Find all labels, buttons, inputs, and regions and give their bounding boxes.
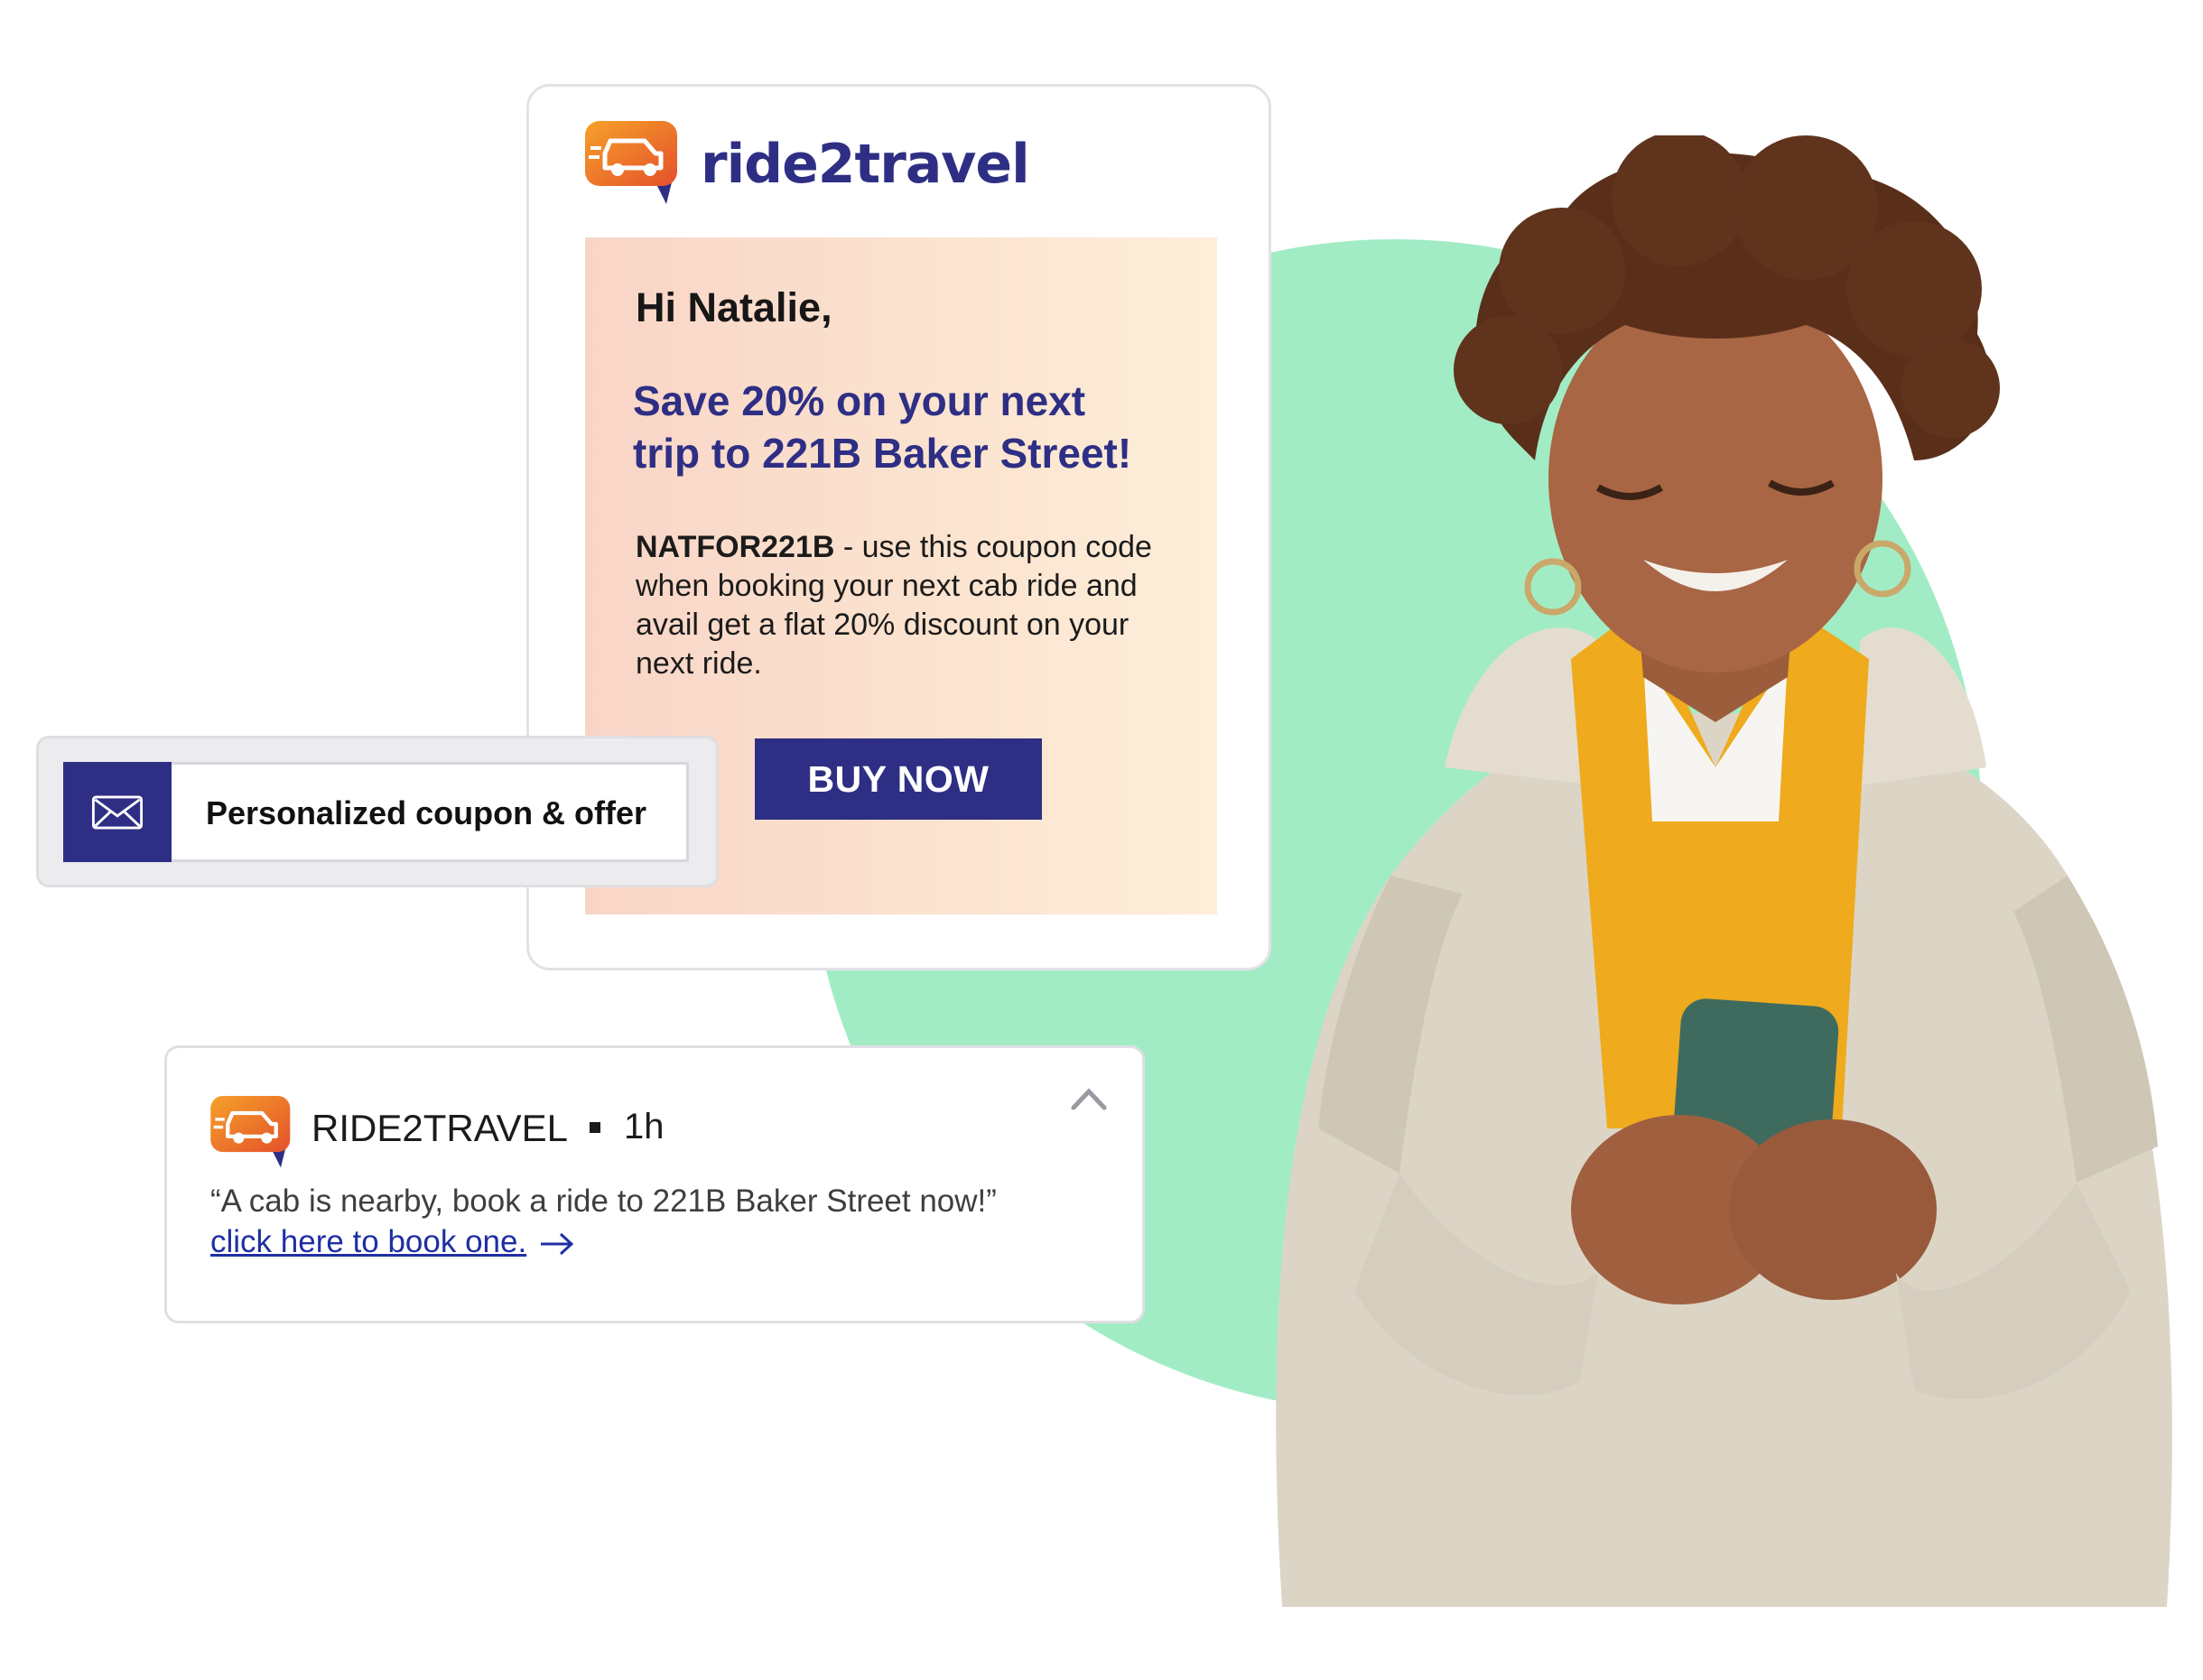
- headline-line-2: trip to 221B Baker Street!: [633, 430, 1132, 477]
- greeting: Hi Natalie,: [636, 284, 832, 330]
- promo-body: NATFOR221B - use this coupon code when b…: [636, 528, 1177, 683]
- coupon-feature-inner: Personalized coupon & offer: [63, 762, 689, 862]
- book-ride-link-text[interactable]: click here to book one.: [210, 1224, 526, 1260]
- mail-icon-box: [63, 762, 172, 862]
- notification-time: 1h: [624, 1107, 665, 1146]
- notification-message: “A cab is nearby, book a ride to 221B Ba…: [210, 1183, 997, 1219]
- notification-app-name: RIDE2TRAVEL: [311, 1107, 568, 1149]
- chevron-up-icon[interactable]: [1070, 1084, 1108, 1111]
- coupon-code: NATFOR221B: [636, 530, 835, 564]
- brand-name: ride2travel: [701, 132, 1030, 196]
- brand-header: ride2travel: [585, 121, 1030, 207]
- person-photo: [1174, 135, 2203, 1607]
- car-logo-icon: [585, 121, 681, 207]
- coupon-feature-label: Personalized coupon & offer: [206, 794, 647, 831]
- separator-dot: [590, 1122, 600, 1133]
- buy-now-button[interactable]: BUY NOW: [755, 738, 1042, 820]
- promo-headline: Save 20% on your next trip to 221B Baker…: [633, 375, 1175, 479]
- mail-icon: [91, 794, 144, 830]
- push-notification[interactable]: RIDE2TRAVEL 1h “A cab is nearby, book a …: [164, 1045, 1145, 1323]
- arrow-right-icon[interactable]: [539, 1230, 575, 1255]
- app-logo-icon: [210, 1096, 293, 1170]
- headline-line-1: Save 20% on your next: [633, 377, 1086, 424]
- book-ride-link[interactable]: click here to book one.: [210, 1224, 575, 1260]
- coupon-feature-card: Personalized coupon & offer: [36, 736, 719, 887]
